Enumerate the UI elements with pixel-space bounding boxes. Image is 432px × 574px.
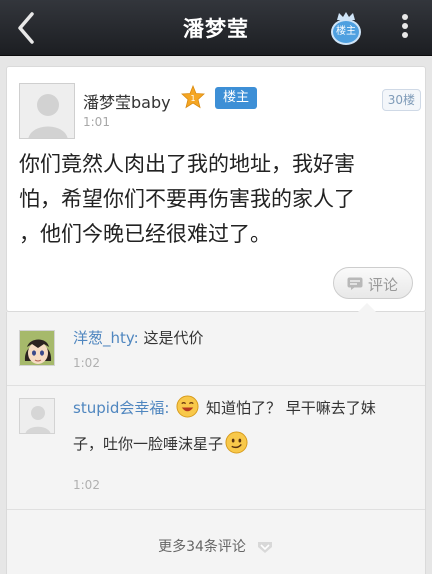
only-host-label: 楼主 [331, 19, 361, 45]
reply-username[interactable]: 洋葱_hty: [73, 329, 139, 347]
post-card: 潘梦莹baby 1 楼主 1:01 30楼 你们竟然人肉出了我的地址，我好害 怕… [6, 66, 426, 312]
reply-time: 1:02 [73, 356, 100, 370]
post-author[interactable]: 潘梦莹baby [83, 89, 171, 113]
reply-username[interactable]: stupid会幸福: [73, 399, 169, 417]
post-line: 你们竟然人肉出了我的地址，我好害 [19, 152, 355, 176]
comment-bubble-icon [347, 277, 363, 290]
default-avatar-icon [20, 84, 74, 138]
post-line: ，他们今晚已经很难过了。 [19, 222, 271, 246]
reply-text: stupid会幸福: 知道怕了？ 早干嘛去了妹 子，吐你一脸唾沫星子 [73, 392, 376, 460]
level-star-icon: 1 [181, 85, 205, 109]
reply-item[interactable]: 洋葱_hty: 这是代价 1:02 [7, 312, 425, 386]
level-number: 1 [190, 94, 195, 103]
navbar: 潘梦莹 楼主 [0, 0, 432, 56]
anime-avatar-icon [20, 331, 54, 365]
post-time: 1:01 [83, 115, 110, 129]
smirk-emoji-icon [225, 431, 248, 454]
comment-button[interactable]: 评论 [333, 267, 413, 299]
default-avatar-icon [20, 399, 54, 433]
avatar[interactable] [19, 330, 55, 366]
replies-panel: 洋葱_hty: 这是代价 1:02 stupid会幸福: 知道怕了？ 早干嘛去了… [6, 303, 426, 574]
reply-text: 洋葱_hty: 这是代价 [73, 322, 204, 354]
avatar[interactable] [19, 83, 75, 139]
replies-pointer [358, 303, 376, 312]
reply-content: 这是代价 [138, 329, 204, 347]
more-comments-label: 更多34条评论 [158, 539, 246, 555]
chevron-down-icon [257, 542, 272, 553]
floor-badge: 30楼 [381, 89, 421, 111]
post-content: 你们竟然人肉出了我的地址，我好害 怕，希望你们不要再伤害我的家人了 ，他们今晚已… [19, 147, 421, 252]
avatar[interactable] [19, 398, 55, 434]
reply-item[interactable]: stupid会幸福: 知道怕了？ 早干嘛去了妹 子，吐你一脸唾沫星子 1:02 [7, 386, 425, 510]
more-comments-button[interactable]: 更多34条评论 [7, 525, 425, 571]
laughing-emoji-icon [176, 395, 199, 418]
reply-time: 1:02 [73, 478, 100, 492]
post-line: 怕，希望你们不要再伤害我的家人了 [19, 187, 355, 211]
more-menu-icon[interactable] [398, 14, 412, 42]
host-tag: 楼主 [215, 87, 257, 109]
only-host-button[interactable]: 楼主 [330, 12, 362, 46]
page-title: 潘梦莹 [183, 17, 249, 41]
reply-content: 知道怕了？ 早干嘛去了妹 [201, 399, 376, 417]
reply-content: 子，吐你一脸唾沫星子 [73, 435, 224, 453]
comment-button-label: 评论 [368, 276, 399, 294]
